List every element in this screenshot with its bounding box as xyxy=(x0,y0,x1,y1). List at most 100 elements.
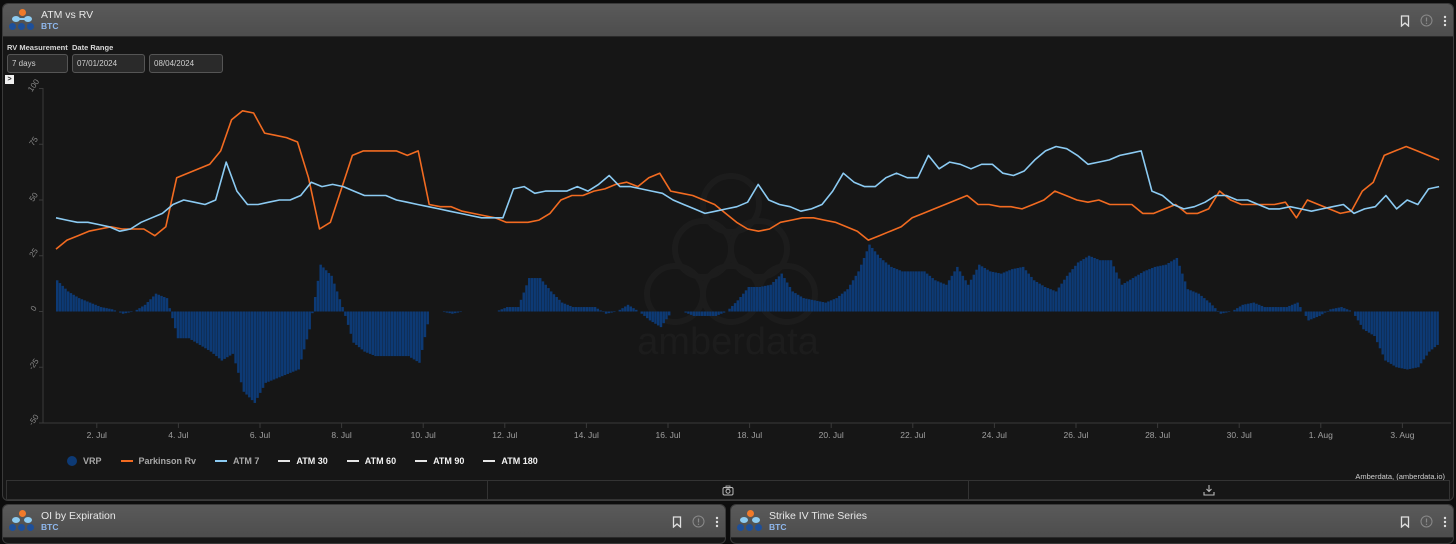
date-end-input[interactable]: 08/04/2024 xyxy=(149,54,223,73)
vrp-bar xyxy=(1386,311,1390,363)
x-tick-label: 24. Jul xyxy=(982,430,1007,440)
vrp-bar xyxy=(108,308,111,312)
more-vertical-icon[interactable] xyxy=(1443,15,1447,27)
vrp-bar xyxy=(1288,305,1291,312)
footer-empty-cell xyxy=(7,481,488,499)
vrp-bar xyxy=(1068,272,1072,312)
info-icon[interactable] xyxy=(692,515,705,528)
vrp-bar xyxy=(297,311,300,370)
rv-measurement-select[interactable]: 7 days xyxy=(7,54,68,73)
vrp-bar xyxy=(281,311,284,377)
vrp-bar xyxy=(388,311,391,357)
vrp-bar xyxy=(143,304,147,312)
panel-header: Strike IV Time Series BTC xyxy=(731,505,1453,538)
vrp-bar xyxy=(632,308,635,312)
vrp-bar xyxy=(1194,292,1198,312)
vrp-bar xyxy=(401,311,405,357)
vrp-bar xyxy=(1153,266,1157,312)
vrp-bar xyxy=(327,273,331,312)
vrp-bar xyxy=(574,307,578,312)
vrp-bar xyxy=(528,278,531,312)
download-button[interactable] xyxy=(969,481,1449,499)
screenshot-button[interactable] xyxy=(488,481,969,499)
vrp-bar xyxy=(706,311,709,316)
vrp-bar xyxy=(426,311,429,325)
legend-item-atm-90[interactable]: ATM 90 xyxy=(415,456,464,466)
vrp-bar xyxy=(849,284,852,312)
vrp-bar xyxy=(442,311,446,313)
vrp-bar xyxy=(764,285,767,312)
vrp-bar xyxy=(1236,308,1239,312)
vrp-bar xyxy=(1109,260,1113,312)
vrp-bar xyxy=(1299,307,1302,312)
legend-item-parkinson-rv[interactable]: Parkinson Rv xyxy=(120,456,196,466)
x-tick-label: 22. Jul xyxy=(900,430,925,440)
vrp-bar xyxy=(610,311,613,313)
vrp-bar xyxy=(393,311,396,357)
vrp-bar xyxy=(459,311,462,313)
vrp-bar xyxy=(138,308,141,312)
vrp-bar xyxy=(1252,302,1255,312)
vrp-bar xyxy=(780,273,783,312)
vrp-bar xyxy=(654,311,657,324)
vrp-bar xyxy=(1167,262,1170,312)
vrp-bar xyxy=(1112,266,1115,312)
vrp-bar xyxy=(928,275,932,312)
vrp-bar xyxy=(77,298,81,312)
vrp-bar xyxy=(917,271,921,312)
vrp-bar xyxy=(1247,303,1250,312)
vrp-bar xyxy=(1170,261,1173,312)
vrp-bar xyxy=(1326,310,1330,312)
legend-item-vrp[interactable]: VRP xyxy=(67,456,102,466)
bookmark-icon[interactable] xyxy=(1400,515,1410,528)
bookmark-icon[interactable] xyxy=(1400,14,1410,27)
vrp-bar xyxy=(135,309,139,312)
vrp-bar xyxy=(382,311,386,357)
vrp-bar xyxy=(1178,265,1181,312)
vrp-bar xyxy=(1118,278,1121,312)
vrp-bar xyxy=(165,298,169,312)
vrp-bar xyxy=(547,288,550,312)
vrp-bar xyxy=(967,284,970,312)
vrp-bar xyxy=(525,285,528,312)
vrp-bar xyxy=(618,309,622,312)
vrp-bar xyxy=(198,311,202,345)
vrp-bar xyxy=(193,311,196,342)
info-icon[interactable] xyxy=(1420,515,1433,528)
legend-item-atm-7[interactable]: ATM 7 xyxy=(215,456,259,466)
vrp-bar xyxy=(448,311,451,314)
vrp-bar xyxy=(379,311,383,357)
y-tick-label: -25 xyxy=(27,356,41,371)
bookmark-icon[interactable] xyxy=(672,515,682,528)
vrp-bar xyxy=(950,275,954,312)
legend-item-atm-180[interactable]: ATM 180 xyxy=(483,456,538,466)
x-tick-label: 30. Jul xyxy=(1227,430,1252,440)
sidebar-toggle-button[interactable]: > xyxy=(5,75,14,84)
legend-item-atm-60[interactable]: ATM 60 xyxy=(346,456,396,466)
vrp-bar xyxy=(1137,274,1140,312)
vrp-bar xyxy=(316,280,320,312)
legend-item-atm-30[interactable]: ATM 30 xyxy=(278,456,328,466)
date-start-input[interactable]: 07/01/2024 xyxy=(72,54,145,73)
more-vertical-icon[interactable] xyxy=(715,516,719,528)
vrp-bar xyxy=(1277,307,1280,312)
info-icon[interactable] xyxy=(1420,14,1433,27)
vrp-bar xyxy=(451,311,454,314)
vrp-bar xyxy=(256,311,259,398)
vrp-bar xyxy=(555,297,558,312)
vrp-bar xyxy=(1290,304,1294,312)
vrp-bar xyxy=(141,306,144,312)
vrp-bar xyxy=(923,271,926,312)
vrp-bar xyxy=(912,271,915,312)
vrp-bar xyxy=(308,311,311,330)
vrp-bar xyxy=(807,299,811,312)
vrp-bar xyxy=(794,293,797,312)
vrp-bar xyxy=(1397,311,1401,368)
atm-vs-rv-chart: amberdata 100 75 50 25 0 -25 -50 2. Jul 4. Jul 6… xyxy=(26,77,1451,440)
vrp-bar xyxy=(882,260,885,312)
vrp-bar xyxy=(1307,311,1310,321)
vrp-bar xyxy=(1244,304,1247,312)
vrp-bar xyxy=(1115,272,1118,312)
more-vertical-icon[interactable] xyxy=(1443,516,1447,528)
vrp-bar xyxy=(253,311,257,403)
